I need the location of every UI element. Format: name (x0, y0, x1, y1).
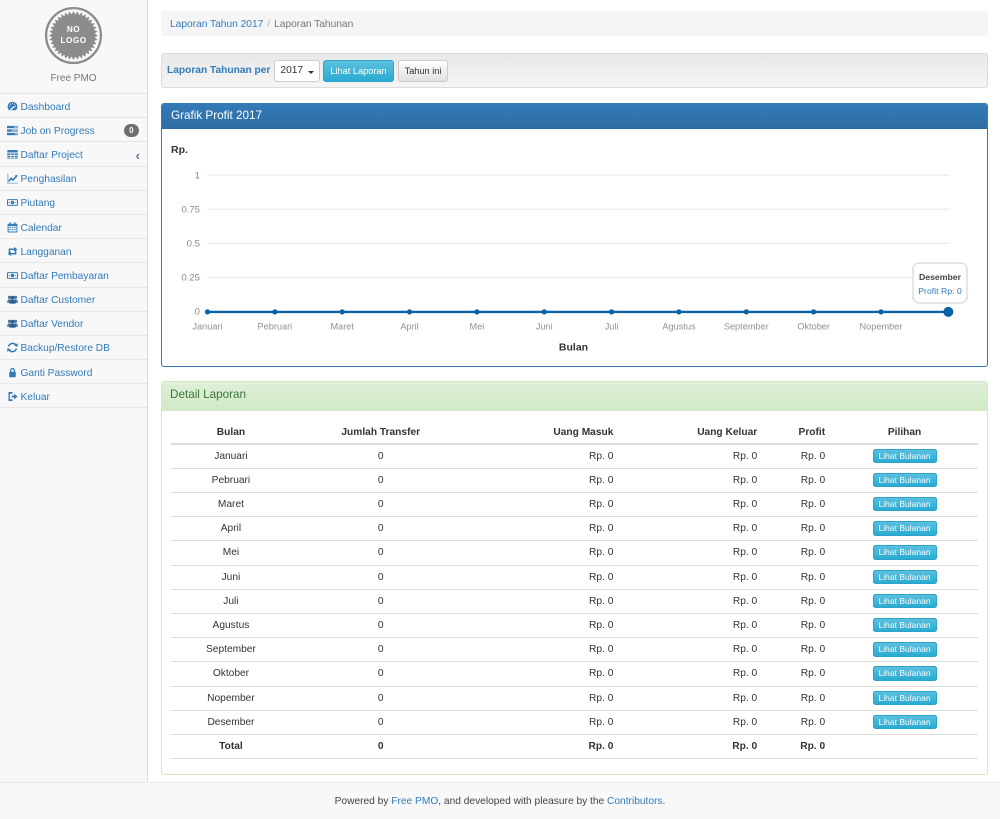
svg-text:Desember: Desember (919, 272, 962, 282)
svg-text:Juli: Juli (605, 321, 619, 331)
svg-text:Mei: Mei (469, 321, 484, 331)
svg-text:Bulan: Bulan (559, 342, 588, 354)
svg-text:Pebruari: Pebruari (257, 321, 292, 331)
svg-text:0.5: 0.5 (187, 239, 200, 250)
svg-text:NO: NO (67, 25, 80, 34)
svg-text:0: 0 (195, 307, 200, 318)
svg-text:Nopember: Nopember (860, 321, 903, 331)
svg-text:Januari: Januari (192, 321, 222, 331)
svg-text:Juni: Juni (536, 321, 553, 331)
svg-text:Agustus: Agustus (662, 321, 696, 331)
svg-text:1: 1 (195, 170, 200, 181)
svg-text:Oktober: Oktober (797, 321, 830, 331)
svg-text:LOGO: LOGO (60, 36, 86, 45)
svg-text:Rp.: Rp. (171, 144, 188, 156)
svg-text:Profit Rp: 0: Profit Rp: 0 (918, 286, 962, 296)
svg-text:September: September (724, 321, 769, 331)
svg-text:April: April (400, 321, 418, 331)
svg-text:Maret: Maret (330, 321, 354, 331)
svg-text:0.25: 0.25 (181, 273, 200, 284)
svg-text:0.75: 0.75 (181, 204, 200, 215)
